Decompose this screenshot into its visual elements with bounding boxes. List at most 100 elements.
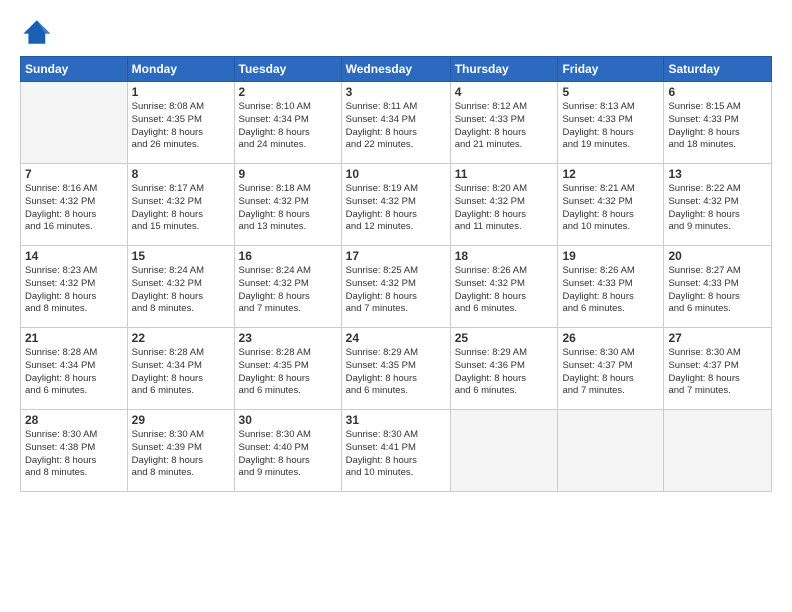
day-number: 3 xyxy=(346,85,446,99)
calendar-cell: 5 Sunrise: 8:13 AM Sunset: 4:33 PM Daylig… xyxy=(558,82,664,164)
header xyxy=(20,18,772,46)
cell-info: Sunrise: 8:30 AM Sunset: 4:39 PM Dayligh… xyxy=(132,429,230,480)
day-number: 11 xyxy=(455,167,554,181)
calendar-cell xyxy=(558,410,664,492)
week-row-4: 21 Sunrise: 8:28 AM Sunset: 4:34 PM Dayli… xyxy=(21,328,772,410)
day-number: 9 xyxy=(239,167,337,181)
calendar-cell: 2 Sunrise: 8:10 AM Sunset: 4:34 PM Daylig… xyxy=(234,82,341,164)
calendar-cell: 16 Sunrise: 8:24 AM Sunset: 4:32 PM Dayli… xyxy=(234,246,341,328)
day-number: 27 xyxy=(668,331,767,345)
cell-info: Sunrise: 8:08 AM Sunset: 4:35 PM Dayligh… xyxy=(132,101,230,152)
calendar-cell: 13 Sunrise: 8:22 AM Sunset: 4:32 PM Dayli… xyxy=(664,164,772,246)
calendar-cell xyxy=(664,410,772,492)
day-number: 30 xyxy=(239,413,337,427)
day-number: 20 xyxy=(668,249,767,263)
weekday-header-row: SundayMondayTuesdayWednesdayThursdayFrid… xyxy=(21,57,772,82)
day-number: 21 xyxy=(25,331,123,345)
day-number: 13 xyxy=(668,167,767,181)
cell-info: Sunrise: 8:10 AM Sunset: 4:34 PM Dayligh… xyxy=(239,101,337,152)
calendar-cell: 26Sunrise: 8:30 AM Sunset: 4:37 PM Dayli… xyxy=(558,328,664,410)
day-number: 6 xyxy=(668,85,767,99)
day-number: 7 xyxy=(25,167,123,181)
calendar-cell: 17 Sunrise: 8:25 AM Sunset: 4:32 PM Dayli… xyxy=(341,246,450,328)
calendar-cell: 10Sunrise: 8:19 AM Sunset: 4:32 PM Dayli… xyxy=(341,164,450,246)
calendar-cell: 4Sunrise: 8:12 AM Sunset: 4:33 PM Daylig… xyxy=(450,82,558,164)
calendar-cell: 9 Sunrise: 8:18 AM Sunset: 4:32 PM Daylig… xyxy=(234,164,341,246)
cell-info: Sunrise: 8:30 AM Sunset: 4:37 PM Dayligh… xyxy=(668,347,767,398)
cell-info: Sunrise: 8:30 AM Sunset: 4:40 PM Dayligh… xyxy=(239,429,337,480)
calendar-cell: 19 Sunrise: 8:26 AM Sunset: 4:33 PM Dayli… xyxy=(558,246,664,328)
weekday-header-saturday: Saturday xyxy=(664,57,772,82)
weekday-header-wednesday: Wednesday xyxy=(341,57,450,82)
cell-info: Sunrise: 8:28 AM Sunset: 4:34 PM Dayligh… xyxy=(132,347,230,398)
day-number: 5 xyxy=(562,85,659,99)
day-number: 22 xyxy=(132,331,230,345)
day-number: 18 xyxy=(455,249,554,263)
cell-info: Sunrise: 8:28 AM Sunset: 4:35 PM Dayligh… xyxy=(239,347,337,398)
calendar-cell: 21 Sunrise: 8:28 AM Sunset: 4:34 PM Dayli… xyxy=(21,328,128,410)
cell-info: Sunrise: 8:24 AM Sunset: 4:32 PM Dayligh… xyxy=(239,265,337,316)
cell-info: Sunrise: 8:16 AM Sunset: 4:32 PM Dayligh… xyxy=(25,183,123,234)
calendar-table: SundayMondayTuesdayWednesdayThursdayFrid… xyxy=(20,56,772,492)
cell-info: Sunrise: 8:12 AM Sunset: 4:33 PM Dayligh… xyxy=(455,101,554,152)
day-number: 14 xyxy=(25,249,123,263)
calendar-cell: 24 Sunrise: 8:29 AM Sunset: 4:35 PM Dayli… xyxy=(341,328,450,410)
cell-info: Sunrise: 8:13 AM Sunset: 4:33 PM Dayligh… xyxy=(562,101,659,152)
calendar-cell: 3Sunrise: 8:11 AM Sunset: 4:34 PM Daylig… xyxy=(341,82,450,164)
calendar-cell: 11 Sunrise: 8:20 AM Sunset: 4:32 PM Dayli… xyxy=(450,164,558,246)
day-number: 19 xyxy=(562,249,659,263)
cell-info: Sunrise: 8:29 AM Sunset: 4:35 PM Dayligh… xyxy=(346,347,446,398)
cell-info: Sunrise: 8:30 AM Sunset: 4:41 PM Dayligh… xyxy=(346,429,446,480)
day-number: 1 xyxy=(132,85,230,99)
week-row-5: 28 Sunrise: 8:30 AM Sunset: 4:38 PM Dayli… xyxy=(21,410,772,492)
page: SundayMondayTuesdayWednesdayThursdayFrid… xyxy=(0,0,792,612)
cell-info: Sunrise: 8:29 AM Sunset: 4:36 PM Dayligh… xyxy=(455,347,554,398)
calendar-cell: 12 Sunrise: 8:21 AM Sunset: 4:32 PM Dayli… xyxy=(558,164,664,246)
cell-info: Sunrise: 8:23 AM Sunset: 4:32 PM Dayligh… xyxy=(25,265,123,316)
weekday-header-thursday: Thursday xyxy=(450,57,558,82)
cell-info: Sunrise: 8:25 AM Sunset: 4:32 PM Dayligh… xyxy=(346,265,446,316)
day-number: 31 xyxy=(346,413,446,427)
calendar-cell xyxy=(21,82,128,164)
cell-info: Sunrise: 8:26 AM Sunset: 4:33 PM Dayligh… xyxy=(562,265,659,316)
day-number: 16 xyxy=(239,249,337,263)
cell-info: Sunrise: 8:30 AM Sunset: 4:38 PM Dayligh… xyxy=(25,429,123,480)
day-number: 12 xyxy=(562,167,659,181)
week-row-2: 7 Sunrise: 8:16 AM Sunset: 4:32 PM Daylig… xyxy=(21,164,772,246)
cell-info: Sunrise: 8:26 AM Sunset: 4:32 PM Dayligh… xyxy=(455,265,554,316)
cell-info: Sunrise: 8:18 AM Sunset: 4:32 PM Dayligh… xyxy=(239,183,337,234)
cell-info: Sunrise: 8:30 AM Sunset: 4:37 PM Dayligh… xyxy=(562,347,659,398)
day-number: 8 xyxy=(132,167,230,181)
day-number: 2 xyxy=(239,85,337,99)
calendar-cell: 1 Sunrise: 8:08 AM Sunset: 4:35 PM Daylig… xyxy=(127,82,234,164)
calendar-cell: 23Sunrise: 8:28 AM Sunset: 4:35 PM Dayli… xyxy=(234,328,341,410)
weekday-header-monday: Monday xyxy=(127,57,234,82)
day-number: 15 xyxy=(132,249,230,263)
logo-icon xyxy=(20,18,52,46)
calendar-cell: 7 Sunrise: 8:16 AM Sunset: 4:32 PM Daylig… xyxy=(21,164,128,246)
cell-info: Sunrise: 8:24 AM Sunset: 4:32 PM Dayligh… xyxy=(132,265,230,316)
calendar-cell: 20Sunrise: 8:27 AM Sunset: 4:33 PM Dayli… xyxy=(664,246,772,328)
day-number: 28 xyxy=(25,413,123,427)
cell-info: Sunrise: 8:22 AM Sunset: 4:32 PM Dayligh… xyxy=(668,183,767,234)
cell-info: Sunrise: 8:28 AM Sunset: 4:34 PM Dayligh… xyxy=(25,347,123,398)
week-row-1: 1 Sunrise: 8:08 AM Sunset: 4:35 PM Daylig… xyxy=(21,82,772,164)
calendar-cell: 6 Sunrise: 8:15 AM Sunset: 4:33 PM Daylig… xyxy=(664,82,772,164)
cell-info: Sunrise: 8:19 AM Sunset: 4:32 PM Dayligh… xyxy=(346,183,446,234)
calendar-cell: 30 Sunrise: 8:30 AM Sunset: 4:40 PM Dayli… xyxy=(234,410,341,492)
day-number: 24 xyxy=(346,331,446,345)
calendar-cell: 25Sunrise: 8:29 AM Sunset: 4:36 PM Dayli… xyxy=(450,328,558,410)
weekday-header-sunday: Sunday xyxy=(21,57,128,82)
calendar-cell: 14 Sunrise: 8:23 AM Sunset: 4:32 PM Dayli… xyxy=(21,246,128,328)
calendar-cell: 8 Sunrise: 8:17 AM Sunset: 4:32 PM Daylig… xyxy=(127,164,234,246)
calendar-cell: 29Sunrise: 8:30 AM Sunset: 4:39 PM Dayli… xyxy=(127,410,234,492)
cell-info: Sunrise: 8:15 AM Sunset: 4:33 PM Dayligh… xyxy=(668,101,767,152)
week-row-3: 14 Sunrise: 8:23 AM Sunset: 4:32 PM Dayli… xyxy=(21,246,772,328)
cell-info: Sunrise: 8:21 AM Sunset: 4:32 PM Dayligh… xyxy=(562,183,659,234)
cell-info: Sunrise: 8:17 AM Sunset: 4:32 PM Dayligh… xyxy=(132,183,230,234)
calendar-cell: 27 Sunrise: 8:30 AM Sunset: 4:37 PM Dayli… xyxy=(664,328,772,410)
cell-info: Sunrise: 8:20 AM Sunset: 4:32 PM Dayligh… xyxy=(455,183,554,234)
day-number: 17 xyxy=(346,249,446,263)
logo xyxy=(20,18,56,46)
calendar-cell: 28 Sunrise: 8:30 AM Sunset: 4:38 PM Dayli… xyxy=(21,410,128,492)
